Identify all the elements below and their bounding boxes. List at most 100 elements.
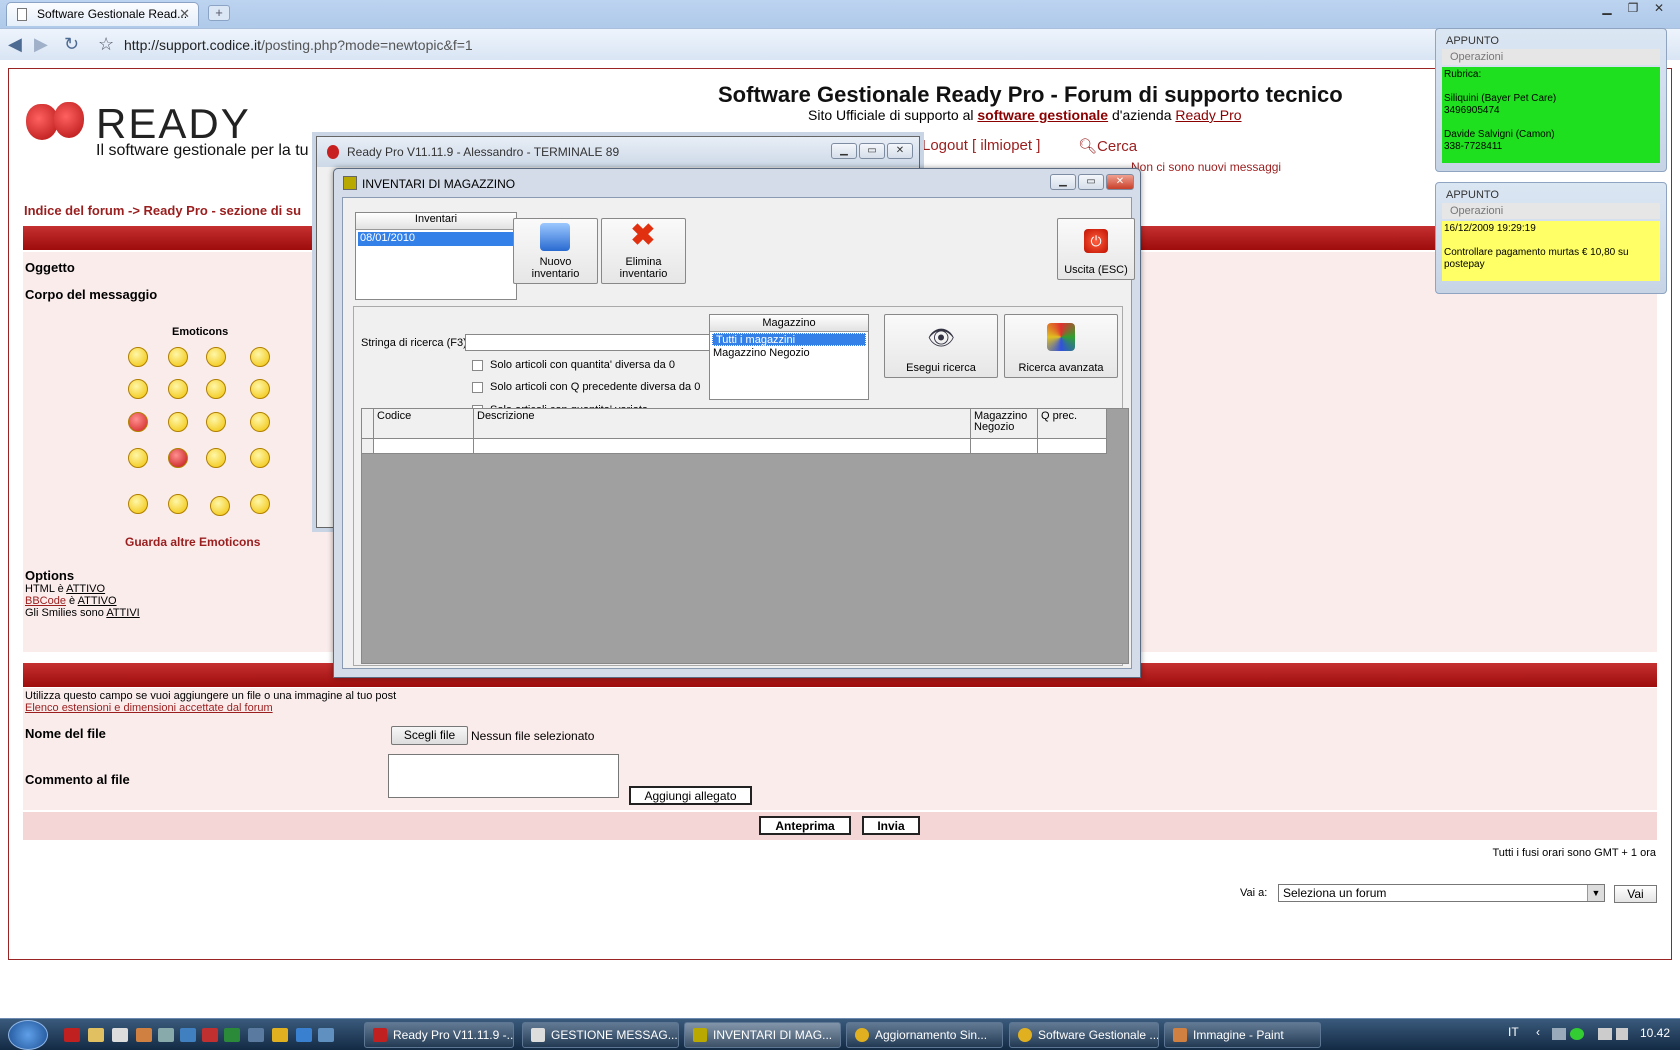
ie-icon[interactable] [296, 1028, 312, 1042]
smilies-status-link[interactable]: ATTIVI [106, 607, 139, 619]
back-icon[interactable]: ◀ [8, 34, 22, 55]
software-gestionale-link[interactable]: software gestionale [977, 107, 1108, 123]
exit-button[interactable]: ⏻ Uscita (ESC) [1057, 218, 1135, 280]
clock[interactable]: 10.42 [1640, 1026, 1670, 1040]
goto-button[interactable]: Vai [1614, 885, 1657, 903]
reload-icon[interactable]: ↻ [64, 34, 79, 55]
wink-emoticon-icon[interactable] [250, 448, 270, 468]
grid-cell[interactable] [971, 439, 1038, 453]
breadcrumb[interactable]: Indice del forum -> Ready Pro - sezione … [24, 203, 314, 218]
app-icon[interactable] [158, 1028, 174, 1042]
add-attachment-button[interactable]: Aggiungi allegato [629, 786, 752, 805]
eek-emoticon-icon[interactable] [128, 379, 148, 399]
filezilla-icon[interactable] [202, 1028, 218, 1042]
column-header-magazzino-negozio[interactable]: Magazzino Negozio [971, 409, 1038, 438]
search-link[interactable]: 🔍︎Cerca [1078, 137, 1137, 155]
submit-button[interactable]: Invia [862, 816, 920, 835]
start-button[interactable] [8, 1020, 48, 1050]
evil-emoticon-icon[interactable] [128, 448, 148, 468]
browser-tab[interactable]: Software Gestionale Read... ✕ [6, 2, 199, 26]
language-indicator[interactable]: IT [1508, 1025, 1519, 1039]
run-search-button[interactable]: 👁︎ Esegui ricerca [884, 314, 998, 378]
inventory-grid[interactable]: Codice Descrizione Magazzino Negozio Q p… [361, 408, 1129, 664]
strawberry-icon[interactable] [64, 1028, 80, 1042]
checkbox-nonzero-prev-qty[interactable] [472, 382, 483, 393]
tray-expand-icon[interactable]: ‹ [1536, 1025, 1540, 1039]
close-icon[interactable]: ✕ [1106, 174, 1134, 190]
security-icon[interactable] [1570, 1028, 1584, 1040]
volume-icon[interactable] [1616, 1028, 1628, 1040]
folder-icon[interactable] [88, 1028, 104, 1042]
minimize-icon[interactable]: ▁ [1594, 0, 1620, 18]
search-input[interactable] [465, 334, 718, 351]
idea-emoticon-icon[interactable] [128, 494, 148, 514]
taskbar-item-paint[interactable]: Immagine - Paint [1164, 1022, 1321, 1048]
paint-icon[interactable] [136, 1028, 152, 1042]
inventari-list[interactable]: Inventari 08/01/2010 [355, 212, 517, 300]
list-item[interactable]: 08/01/2010 [358, 232, 514, 246]
close-icon[interactable]: ✕ [887, 143, 913, 159]
confused-emoticon-icon[interactable] [168, 379, 188, 399]
crying-emoticon-icon[interactable] [250, 412, 270, 432]
restore-icon[interactable]: ❐ [1620, 0, 1646, 18]
logout-link[interactable]: Logout [ ilmiopet ] [922, 137, 1040, 154]
bbcode-status-link[interactable]: ATTIVO [78, 595, 117, 607]
rolleyes-emoticon-icon[interactable] [206, 448, 226, 468]
surprised-emoticon-icon[interactable] [250, 347, 270, 367]
new-tab-button[interactable]: + [208, 5, 230, 21]
taskbar-item-messaggi[interactable]: GESTIONE MESSAG... [522, 1022, 679, 1048]
list-item[interactable]: Tutti i magazzini [712, 333, 866, 346]
note-operations-menu[interactable]: Operazioni [1442, 203, 1660, 219]
chrome-icon[interactable] [272, 1028, 288, 1042]
happy-emoticon-icon[interactable] [168, 347, 188, 367]
choose-file-button[interactable]: Scegli file [391, 726, 468, 745]
maximize-icon[interactable]: ▭ [1078, 174, 1104, 190]
minimize-icon[interactable]: ▁ [1050, 174, 1076, 190]
column-header-q-prec[interactable]: Q prec. [1038, 409, 1107, 438]
note-body[interactable]: 16/12/2009 19:29:19 Controllare pagament… [1442, 221, 1660, 281]
embarrassed-emoticon-icon[interactable] [206, 412, 226, 432]
no-new-messages-link[interactable]: Non ci sono nuovi messaggi [1131, 160, 1281, 174]
network-icon[interactable] [248, 1028, 264, 1042]
bbcode-link[interactable]: BBCode [25, 595, 66, 607]
delete-inventory-button[interactable]: ✖ Elimina inventario [601, 218, 686, 284]
forum-select[interactable]: Seleziona un forum ▼ [1278, 884, 1605, 902]
taskbar-item-readypro[interactable]: Ready Pro V11.11.9 -... [364, 1022, 514, 1048]
thumbs-up-emoticon-icon[interactable] [168, 494, 188, 514]
sad-emoticon-icon[interactable] [206, 347, 226, 367]
checkbox-nonzero-qty[interactable] [472, 360, 483, 371]
table-row[interactable] [362, 439, 1107, 454]
tab-close-icon[interactable]: ✕ [179, 6, 190, 22]
ready-pro-link[interactable]: Ready Pro [1175, 107, 1241, 123]
taskbar-item-software-gestionale[interactable]: Software Gestionale ... [1009, 1022, 1159, 1048]
column-header-codice[interactable]: Codice [374, 409, 474, 438]
file-comment-textarea[interactable] [388, 754, 619, 798]
column-header-descrizione[interactable]: Descrizione [474, 409, 971, 438]
star-icon[interactable]: ☆ [98, 34, 114, 55]
laugh-emoticon-icon[interactable] [250, 379, 270, 399]
readypro-titlebar[interactable]: Ready Pro V11.11.9 - Alessandro - TERMIN… [317, 137, 919, 167]
inventari-titlebar[interactable]: INVENTARI DI MAGAZZINO [334, 169, 1140, 197]
new-inventory-button[interactable]: Nuovo inventario [513, 218, 598, 284]
html-status-link[interactable]: ATTIVO [66, 583, 105, 595]
minimize-icon[interactable]: ▁ [831, 143, 857, 159]
cool-emoticon-icon[interactable] [206, 379, 226, 399]
forward-icon[interactable]: ▶ [34, 34, 48, 55]
close-icon[interactable]: ✕ [1646, 0, 1672, 18]
printer-icon[interactable] [1552, 1028, 1566, 1040]
document-icon[interactable] [112, 1028, 128, 1042]
excel-icon[interactable] [224, 1028, 240, 1042]
ready-logo[interactable]: READY Il software gestionale per la tu [26, 100, 326, 160]
grid-cell[interactable] [474, 439, 971, 453]
grid-cell[interactable] [1038, 439, 1107, 453]
note-widget-reminder[interactable]: APPUNTO Operazioni 16/12/2009 19:29:19 C… [1435, 182, 1667, 294]
note-widget-contacts[interactable]: APPUNTO Operazioni Rubrica: Siliquini (B… [1435, 28, 1667, 172]
maximize-icon[interactable]: ▭ [859, 143, 885, 159]
address-bar[interactable]: http://support.codice.it/posting.php?mod… [124, 34, 1424, 56]
note-operations-menu[interactable]: Operazioni [1442, 49, 1660, 65]
razz-emoticon-icon[interactable] [168, 412, 188, 432]
list-item[interactable]: Magazzino Negozio [710, 347, 868, 360]
grid-cell[interactable] [374, 439, 474, 453]
advanced-search-button[interactable]: Ricerca avanzata [1004, 314, 1118, 378]
preview-button[interactable]: Anteprima [759, 816, 851, 835]
